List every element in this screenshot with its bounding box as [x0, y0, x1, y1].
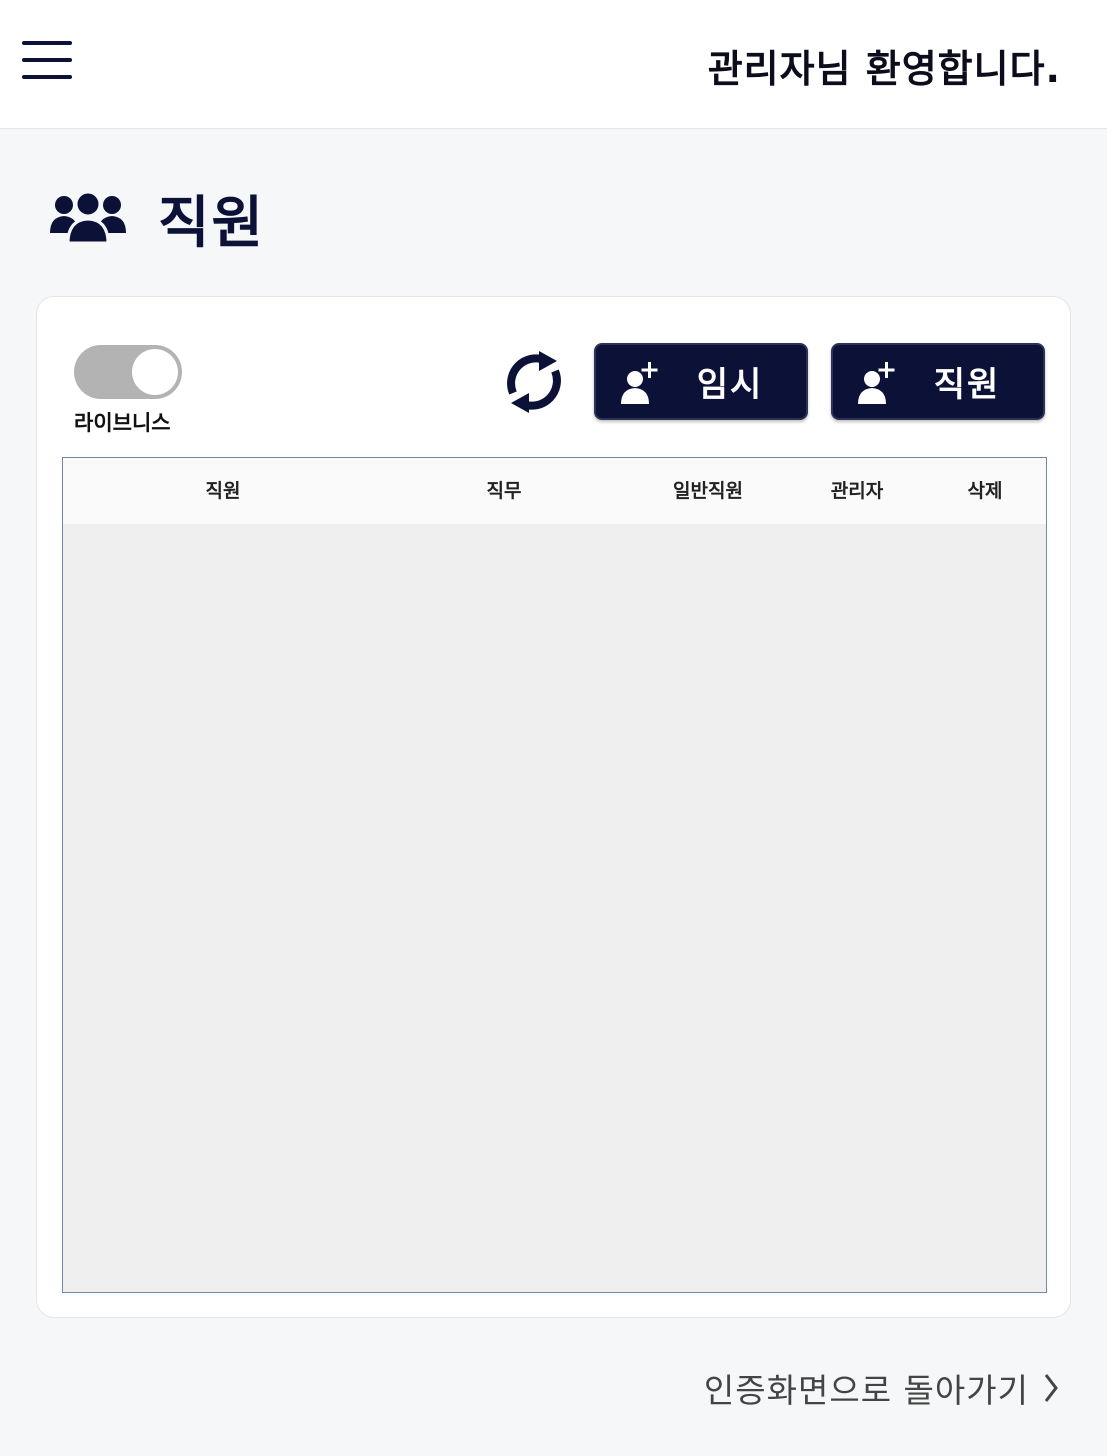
add-staff-label: 직원: [933, 365, 1001, 405]
page-title: 직원: [158, 190, 266, 256]
top-header: 관리자님 환영합니다.: [0, 0, 1107, 129]
staff-table: 직원 직무 일반직원 관리자 삭제: [62, 457, 1047, 1293]
menu-icon-bar: [22, 75, 72, 79]
toggle-knob: [132, 349, 178, 395]
add-temp-staff-button[interactable]: 임시: [594, 343, 808, 420]
back-to-auth-label: 인증화면으로 돌아가기: [703, 1371, 1029, 1410]
table-header: 직원 직무 일반직원 관리자 삭제: [63, 458, 1046, 524]
page-heading: 직원: [48, 182, 265, 256]
welcome-message: 관리자님 환영합니다.: [707, 47, 1061, 91]
team-icon: [50, 190, 126, 245]
chevron-right-icon: [1044, 1374, 1058, 1402]
add-staff-button[interactable]: 직원: [831, 343, 1045, 420]
menu-icon-bar: [22, 58, 72, 62]
menu-icon-bar: [22, 41, 72, 45]
liveness-toggle-group: 라이브니스: [74, 345, 184, 437]
refresh-icon[interactable]: [499, 349, 569, 415]
liveness-toggle-label: 라이브니스: [74, 411, 171, 435]
column-header-job[interactable]: 직무: [404, 458, 604, 524]
add-user-icon: [858, 361, 895, 404]
column-header-delete[interactable]: 삭제: [885, 458, 1085, 524]
menu-icon[interactable]: [22, 41, 72, 79]
add-user-icon: [621, 361, 658, 404]
column-header-staff[interactable]: 직원: [123, 458, 323, 524]
liveness-toggle[interactable]: [74, 345, 182, 399]
add-temp-staff-label: 임시: [696, 365, 764, 405]
staff-card: 라이브니스 임시 직원 직원 직무 일반직원 관리자 삭제: [36, 296, 1071, 1318]
back-to-auth-link[interactable]: 인증화면으로 돌아가기: [704, 1364, 1059, 1412]
